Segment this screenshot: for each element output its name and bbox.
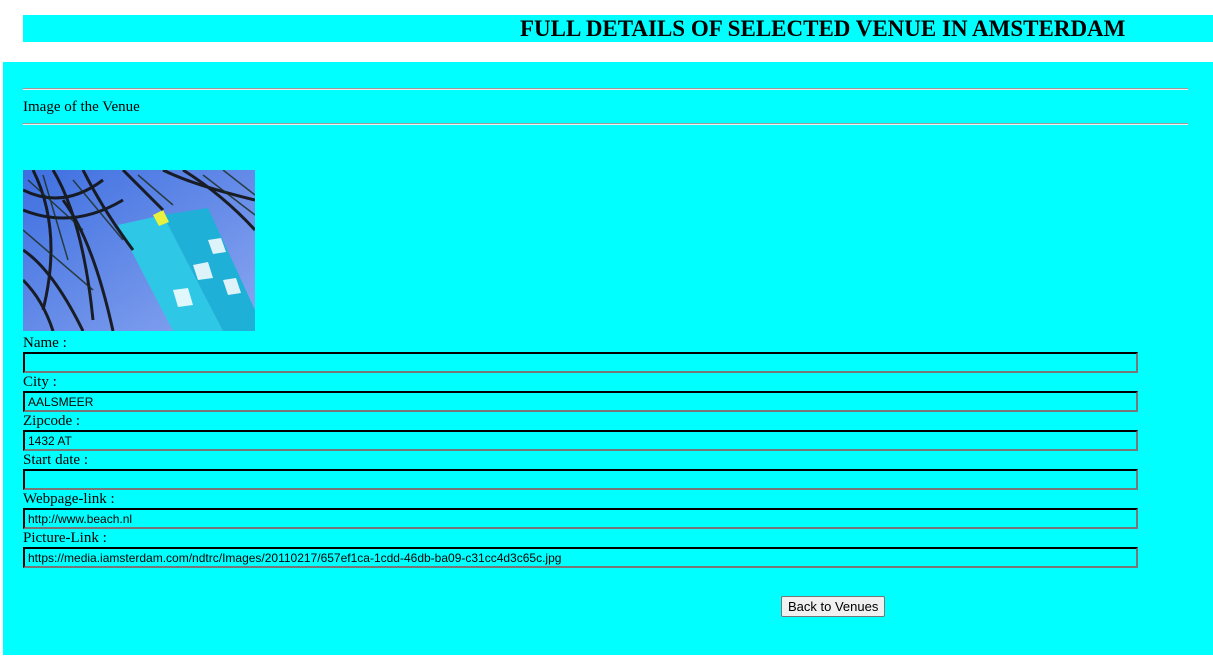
- webpage-link-label: Webpage-link :: [23, 491, 115, 507]
- picture-link-field[interactable]: [23, 547, 1138, 568]
- zipcode-label: Zipcode :: [23, 413, 81, 429]
- city-field[interactable]: [23, 391, 1138, 412]
- name-label: Name :: [23, 335, 67, 351]
- zipcode-field[interactable]: [23, 430, 1138, 451]
- venue-image: [23, 170, 255, 331]
- page-title: FULL DETAILS OF SELECTED VENUE IN AMSTER…: [520, 16, 1126, 41]
- divider-top: [23, 88, 1188, 90]
- webpage-link-field[interactable]: [23, 508, 1138, 529]
- start-date-field[interactable]: [23, 469, 1138, 490]
- section-heading: Image of the Venue: [23, 99, 140, 115]
- picture-link-label: Picture-Link :: [23, 530, 107, 546]
- name-field[interactable]: [23, 352, 1138, 373]
- city-label: City :: [23, 374, 57, 390]
- venue-form: Name : City : Zipcode : Start date : Web…: [23, 335, 1143, 569]
- venue-details-panel: Image of the Venue Name: City: AALSMEE…: [3, 62, 1213, 655]
- divider-bottom: [23, 123, 1188, 125]
- back-to-venues-button[interactable]: Back to Venues: [781, 596, 886, 617]
- title-bar: FULL DETAILS OF SELECTED VENUE IN AMSTER…: [23, 15, 1213, 42]
- start-date-label: Start date :: [23, 452, 88, 468]
